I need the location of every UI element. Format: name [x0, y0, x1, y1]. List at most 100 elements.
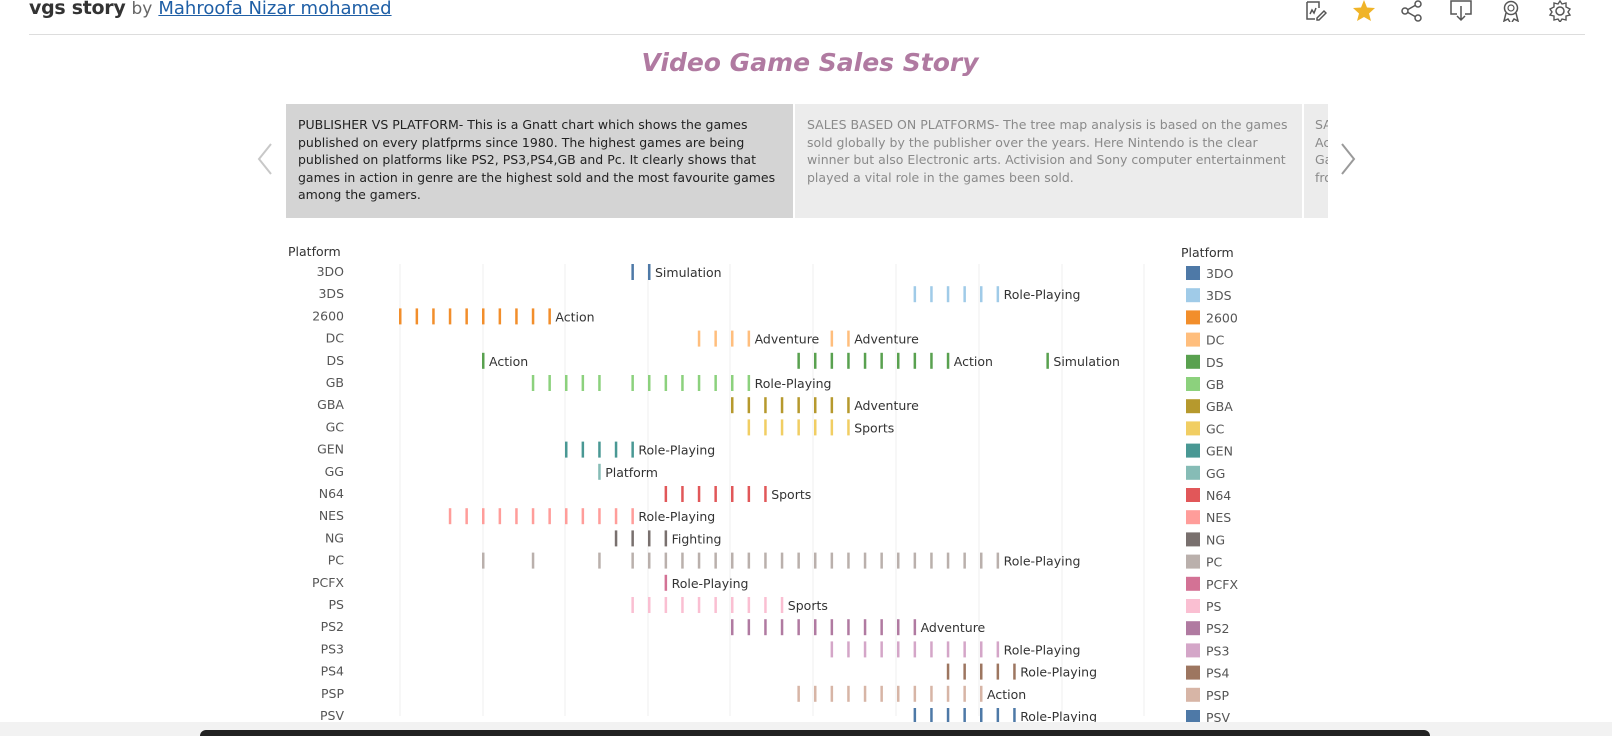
gantt-mark[interactable] [913, 286, 917, 303]
legend-item[interactable]: PCFX [1206, 577, 1238, 592]
gantt-mark[interactable] [764, 552, 767, 569]
gantt-mark[interactable] [847, 397, 850, 414]
legend-item[interactable]: 3DO [1206, 266, 1234, 281]
gantt-mark[interactable] [498, 308, 502, 325]
legend-item[interactable]: GG [1206, 466, 1225, 481]
gantt-mark[interactable] [847, 352, 850, 369]
gantt-mark[interactable] [996, 286, 1000, 303]
legend-swatch[interactable] [1186, 377, 1200, 391]
gantt-mark[interactable] [996, 552, 1000, 569]
gantt-mark[interactable] [681, 597, 684, 613]
gantt-mark[interactable] [631, 375, 634, 391]
legend-item[interactable]: GB [1206, 377, 1224, 392]
gantt-mark[interactable] [697, 552, 701, 569]
gantt-mark[interactable] [631, 597, 634, 613]
gantt-mark[interactable] [415, 308, 419, 325]
gantt-mark[interactable] [731, 619, 734, 636]
gantt-mark[interactable] [747, 597, 751, 613]
gantt-mark[interactable] [847, 685, 850, 702]
gantt-mark[interactable] [548, 508, 551, 525]
gantt-mark[interactable] [482, 308, 485, 325]
gantt-mark[interactable] [664, 574, 668, 591]
gantt-mark[interactable] [648, 597, 651, 613]
gantt-mark[interactable] [631, 508, 634, 525]
gantt-mark[interactable] [797, 685, 800, 702]
gantt-mark[interactable] [565, 441, 568, 458]
gantt-mark[interactable] [946, 352, 950, 369]
gantt-mark[interactable] [747, 375, 751, 391]
gantt-mark[interactable] [930, 641, 933, 658]
gantt-mark[interactable] [913, 685, 917, 702]
gantt-mark[interactable] [714, 330, 717, 347]
gantt-mark[interactable] [946, 663, 950, 680]
gantt-mark[interactable] [930, 286, 933, 303]
award-icon[interactable] [1499, 0, 1523, 22]
gantt-mark[interactable] [880, 641, 883, 658]
legend-swatch[interactable] [1186, 687, 1200, 702]
gantt-mark[interactable] [863, 552, 867, 569]
gantt-mark[interactable] [648, 264, 651, 280]
gantt-mark[interactable] [614, 441, 618, 458]
gantt-mark[interactable] [531, 552, 535, 569]
gantt-mark[interactable] [830, 419, 834, 436]
gantt-mark[interactable] [830, 685, 834, 702]
gantt-mark[interactable] [814, 352, 817, 369]
gantt-mark[interactable] [482, 552, 485, 569]
gantt-mark[interactable] [897, 619, 900, 636]
gantt-mark[interactable] [531, 508, 535, 525]
gantt-mark[interactable] [664, 552, 668, 569]
gantt-mark[interactable] [930, 552, 933, 569]
legend-swatch[interactable] [1186, 621, 1200, 636]
gantt-mark[interactable] [930, 685, 933, 702]
gantt-mark[interactable] [515, 308, 518, 325]
legend-item[interactable]: DC [1206, 333, 1225, 348]
gantt-mark[interactable] [814, 552, 817, 569]
gantt-mark[interactable] [913, 641, 917, 658]
legend-swatch[interactable] [1186, 421, 1200, 436]
legend-item[interactable]: 2600 [1206, 310, 1238, 325]
gantt-mark[interactable] [946, 641, 950, 658]
gantt-mark[interactable] [731, 597, 734, 613]
gantt-mark[interactable] [614, 530, 618, 547]
gantt-mark[interactable] [880, 552, 883, 569]
legend-item[interactable]: GEN [1206, 444, 1233, 459]
gantt-mark[interactable] [863, 352, 867, 369]
legend-item[interactable]: PSP [1206, 688, 1229, 703]
legend-swatch[interactable] [1186, 599, 1200, 613]
gantt-mark[interactable] [880, 352, 883, 369]
gantt-mark[interactable] [797, 552, 800, 569]
gantt-mark[interactable] [714, 552, 717, 569]
gantt-mark[interactable] [664, 597, 668, 613]
gantt-mark[interactable] [731, 375, 734, 391]
gantt-mark[interactable] [631, 264, 634, 280]
gantt-mark[interactable] [797, 619, 800, 636]
gantt-mark[interactable] [847, 641, 850, 658]
legend-swatch[interactable] [1186, 510, 1200, 525]
legend-swatch[interactable] [1186, 310, 1200, 325]
legend-item[interactable]: N64 [1206, 488, 1231, 503]
edit-icon[interactable] [1303, 0, 1327, 22]
legend-swatch[interactable] [1186, 354, 1200, 369]
gantt-mark[interactable] [482, 352, 485, 369]
story-point-3[interactable]: SA Ac Ga fro [1304, 104, 1328, 218]
gantt-mark[interactable] [482, 508, 485, 525]
gantt-mark[interactable] [880, 685, 883, 702]
gantt-mark[interactable] [996, 641, 1000, 658]
gantt-mark[interactable] [515, 508, 518, 525]
gantt-mark[interactable] [780, 552, 784, 569]
gantt-mark[interactable] [498, 508, 502, 525]
gantt-mark[interactable] [465, 308, 468, 325]
gantt-mark[interactable] [847, 419, 850, 436]
gantt-mark[interactable] [963, 552, 966, 569]
gantt-mark[interactable] [946, 685, 950, 702]
gantt-mark[interactable] [531, 375, 535, 391]
gantt-mark[interactable] [565, 375, 568, 391]
legend-swatch[interactable] [1186, 643, 1200, 658]
legend-item[interactable]: PS2 [1206, 621, 1229, 636]
gantt-mark[interactable] [764, 397, 767, 414]
gantt-mark[interactable] [1013, 663, 1016, 680]
gantt-mark[interactable] [747, 552, 751, 569]
gantt-mark[interactable] [747, 419, 751, 436]
gantt-mark[interactable] [731, 330, 734, 347]
gantt-mark[interactable] [780, 597, 784, 613]
